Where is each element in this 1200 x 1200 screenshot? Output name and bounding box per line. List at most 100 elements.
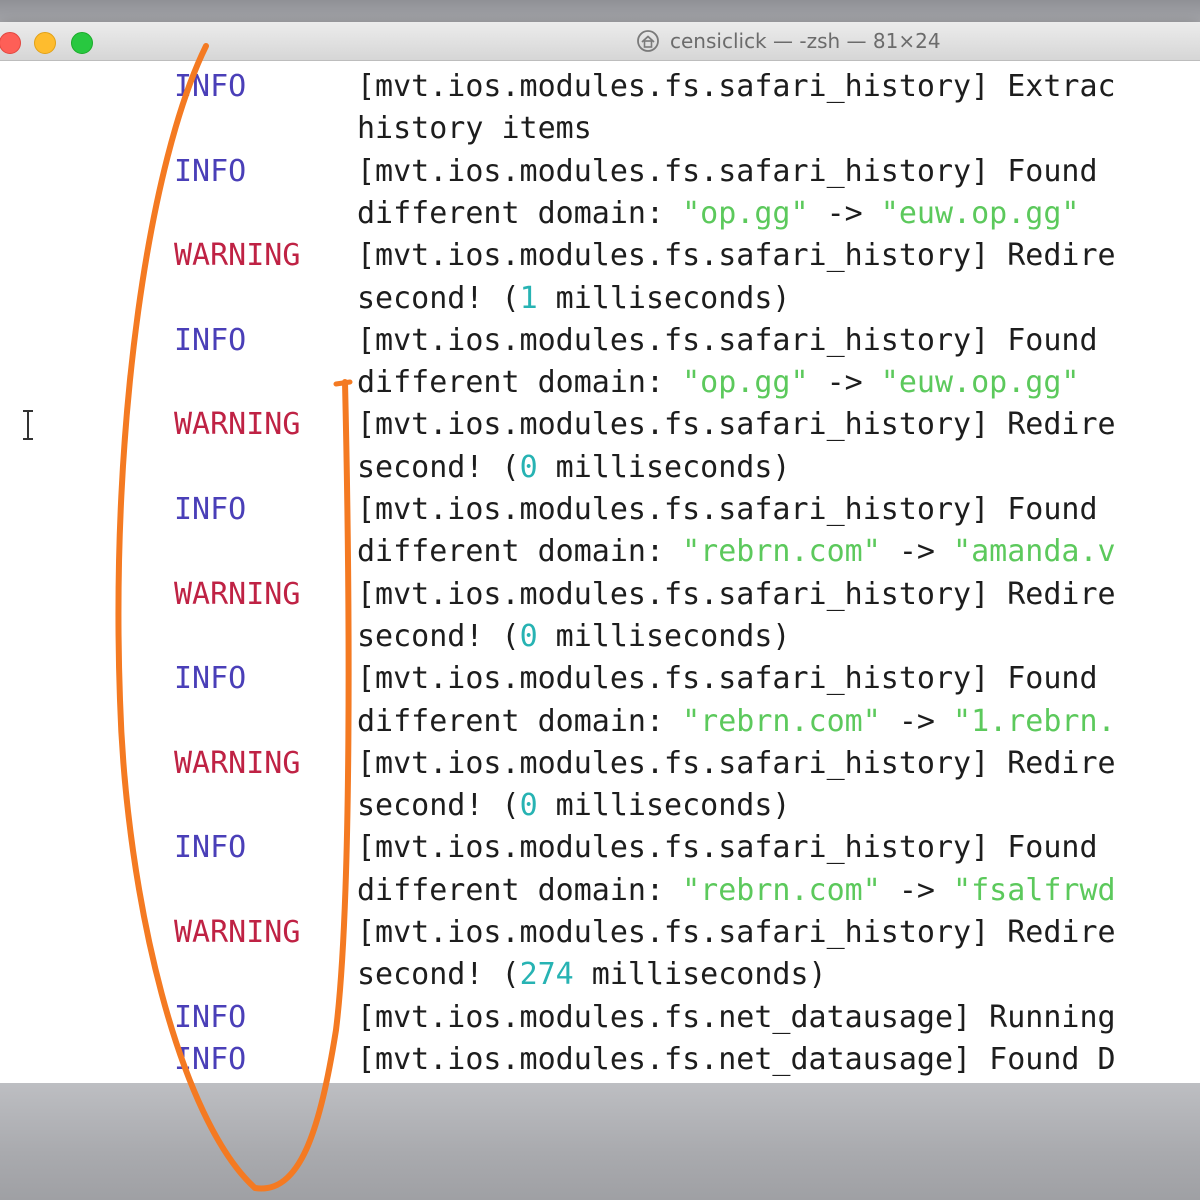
log-level-info: INFO <box>174 153 247 189</box>
log-message-text: [mvt.ios.modules.fs.safari_history] Redi… <box>357 745 1116 781</box>
log-line: WARNING [mvt.ios.modules.fs.safari_histor… <box>0 404 1200 446</box>
log-message: [mvt.ios.modules.fs.safari_history] Redi… <box>357 743 1116 785</box>
log-arrow: -> <box>808 195 881 231</box>
log-message-text: [mvt.ios.modules.fs.safari_history] Redi… <box>357 915 1116 950</box>
log-message: [mvt.ios.modules.fs.safari_history] Foun… <box>357 658 1098 700</box>
window-title-group: censiclick — -zsh — 81×24 <box>636 27 941 55</box>
log-message-text: second! ( <box>357 280 520 316</box>
log-message-text: [mvt.ios.modules.fs.safari_history] Foun… <box>357 492 1098 527</box>
log-level-warning: WARNING <box>174 407 301 443</box>
log-string-value: "rebrn.com" <box>682 872 881 908</box>
log-number-value: 0 <box>519 449 538 485</box>
log-line: INFO [mvt.ios.modules.fs.safari_history] … <box>0 151 1200 193</box>
log-message-text: [mvt.ios.modules.fs.safari_history] Foun… <box>357 153 1098 189</box>
log-string-value: "fsalfrwd <box>953 872 1116 908</box>
log-line: different domain: "rebrn.com" -> "amanda… <box>0 531 1200 573</box>
log-message-text: milliseconds) <box>537 618 791 654</box>
log-message-text: milliseconds) <box>537 449 791 485</box>
log-line: INFO [mvt.ios.modules.fs.safari_history] … <box>0 827 1200 869</box>
log-string-value: "amanda.v <box>953 534 1116 570</box>
desktop-background-bottom <box>0 1083 1200 1200</box>
log-string-value: "op.gg" <box>682 365 809 401</box>
log-message: history items <box>357 108 592 150</box>
log-message: [mvt.ios.modules.fs.safari_history] Redi… <box>357 404 1116 446</box>
log-level-warning: WARNING <box>174 745 301 781</box>
log-message-text: [mvt.ios.modules.fs.net_datausage] Found… <box>357 1041 1116 1077</box>
log-line: INFO [mvt.ios.modules.fs.net_datausage] F… <box>0 1039 1200 1081</box>
log-message: different domain: "rebrn.com" -> "amanda… <box>357 531 1116 573</box>
log-number-value: 1 <box>519 280 538 316</box>
log-message: [mvt.ios.modules.fs.net_datausage] Found… <box>357 1039 1116 1081</box>
log-number-value: 0 <box>519 788 538 824</box>
log-line: different domain: "op.gg" -> "euw.op.gg" <box>0 193 1200 235</box>
log-message: [mvt.ios.modules.fs.safari_history] Redi… <box>357 235 1116 277</box>
log-message-text: [mvt.ios.modules.fs.safari_history] Extr… <box>357 69 1116 104</box>
log-number-value: 274 <box>519 957 574 993</box>
log-arrow: -> <box>880 703 954 739</box>
window-titlebar[interactable]: censiclick — -zsh — 81×24 <box>0 22 1200 61</box>
log-message: second! (0 milliseconds) <box>357 447 791 489</box>
log-string-value: "op.gg" <box>682 195 809 231</box>
log-message-text: different domain: <box>357 195 683 231</box>
log-message-text: milliseconds) <box>537 280 791 316</box>
log-message: second! (274 milliseconds) <box>357 954 827 996</box>
log-message-text: second! ( <box>357 618 520 654</box>
log-line: second! (0 milliseconds) <box>0 447 1200 489</box>
log-level-info: INFO <box>174 492 247 527</box>
log-message-text: different domain: <box>357 365 683 401</box>
log-level-info: INFO <box>174 830 247 866</box>
log-message-text: different domain: <box>357 534 683 570</box>
log-message-text: [mvt.ios.modules.fs.net_datausage] Runni… <box>357 999 1116 1035</box>
log-message: [mvt.ios.modules.fs.safari_history] Extr… <box>357 66 1116 108</box>
log-string-value: "1.rebrn. <box>953 703 1116 739</box>
terminal-window[interactable]: censiclick — -zsh — 81×24 INFO [mvt.ios.m… <box>0 22 1200 1083</box>
log-level-info: INFO <box>174 1041 247 1077</box>
terminal-output[interactable]: INFO [mvt.ios.modules.fs.safari_history] … <box>0 62 1200 1083</box>
log-message: [mvt.ios.modules.fs.safari_history] Foun… <box>357 827 1098 869</box>
log-level-info: INFO <box>174 661 247 697</box>
text-cursor-icon <box>20 409 36 441</box>
log-level-info: INFO <box>174 999 247 1035</box>
log-message-text: different domain: <box>357 872 683 908</box>
minimize-window-button[interactable] <box>34 32 56 54</box>
log-message-text: different domain: <box>357 703 683 739</box>
log-message: [mvt.ios.modules.fs.safari_history] Redi… <box>357 574 1116 616</box>
log-level-warning: WARNING <box>174 576 301 612</box>
log-line: history items <box>0 108 1200 150</box>
log-message-text: milliseconds) <box>573 957 827 993</box>
log-message-text: second! ( <box>357 957 520 993</box>
log-line: INFO [mvt.ios.modules.fs.safari_history] … <box>0 320 1200 362</box>
log-level-warning: WARNING <box>174 915 301 950</box>
log-message-text: milliseconds) <box>537 788 791 824</box>
log-message: different domain: "op.gg" -> "euw.op.gg" <box>357 362 1079 404</box>
log-line: different domain: "rebrn.com" -> "fsalfr… <box>0 870 1200 912</box>
home-icon <box>636 29 660 53</box>
log-number-value: 0 <box>519 618 538 654</box>
log-level-info: INFO <box>174 322 247 358</box>
log-line: different domain: "op.gg" -> "euw.op.gg" <box>0 362 1200 404</box>
log-message: second! (0 milliseconds) <box>357 616 791 658</box>
log-line: WARNING [mvt.ios.modules.fs.safari_histor… <box>0 743 1200 785</box>
log-arrow: -> <box>880 872 954 908</box>
window-title: censiclick — -zsh — 81×24 <box>670 29 941 53</box>
log-message: [mvt.ios.modules.fs.safari_history] Foun… <box>357 151 1098 193</box>
log-message: different domain: "rebrn.com" -> "fsalfr… <box>357 870 1116 912</box>
log-line: INFO [mvt.ios.modules.fs.safari_history] … <box>0 658 1200 700</box>
log-message-text: second! ( <box>357 788 520 824</box>
log-message-text: history items <box>357 111 592 147</box>
log-message: second! (1 milliseconds) <box>357 278 791 320</box>
log-message: second! (0 milliseconds) <box>357 785 791 827</box>
log-level-warning: WARNING <box>174 238 301 274</box>
log-level-info: INFO <box>174 69 247 104</box>
log-string-value: "rebrn.com" <box>682 534 881 570</box>
close-window-button[interactable] <box>0 32 21 54</box>
log-message-text: [mvt.ios.modules.fs.safari_history] Foun… <box>357 661 1098 697</box>
log-string-value: "euw.op.gg" <box>880 365 1080 401</box>
log-message: [mvt.ios.modules.fs.safari_history] Redi… <box>357 912 1116 954</box>
log-string-value: "rebrn.com" <box>682 703 881 739</box>
log-message-text: [mvt.ios.modules.fs.safari_history] Redi… <box>357 238 1116 274</box>
log-line: INFO [mvt.ios.modules.fs.net_datausage] R… <box>0 997 1200 1039</box>
log-message-text: [mvt.ios.modules.fs.safari_history] Redi… <box>357 576 1116 612</box>
zoom-window-button[interactable] <box>71 32 93 54</box>
log-line: different domain: "rebrn.com" -> "1.rebr… <box>0 701 1200 743</box>
